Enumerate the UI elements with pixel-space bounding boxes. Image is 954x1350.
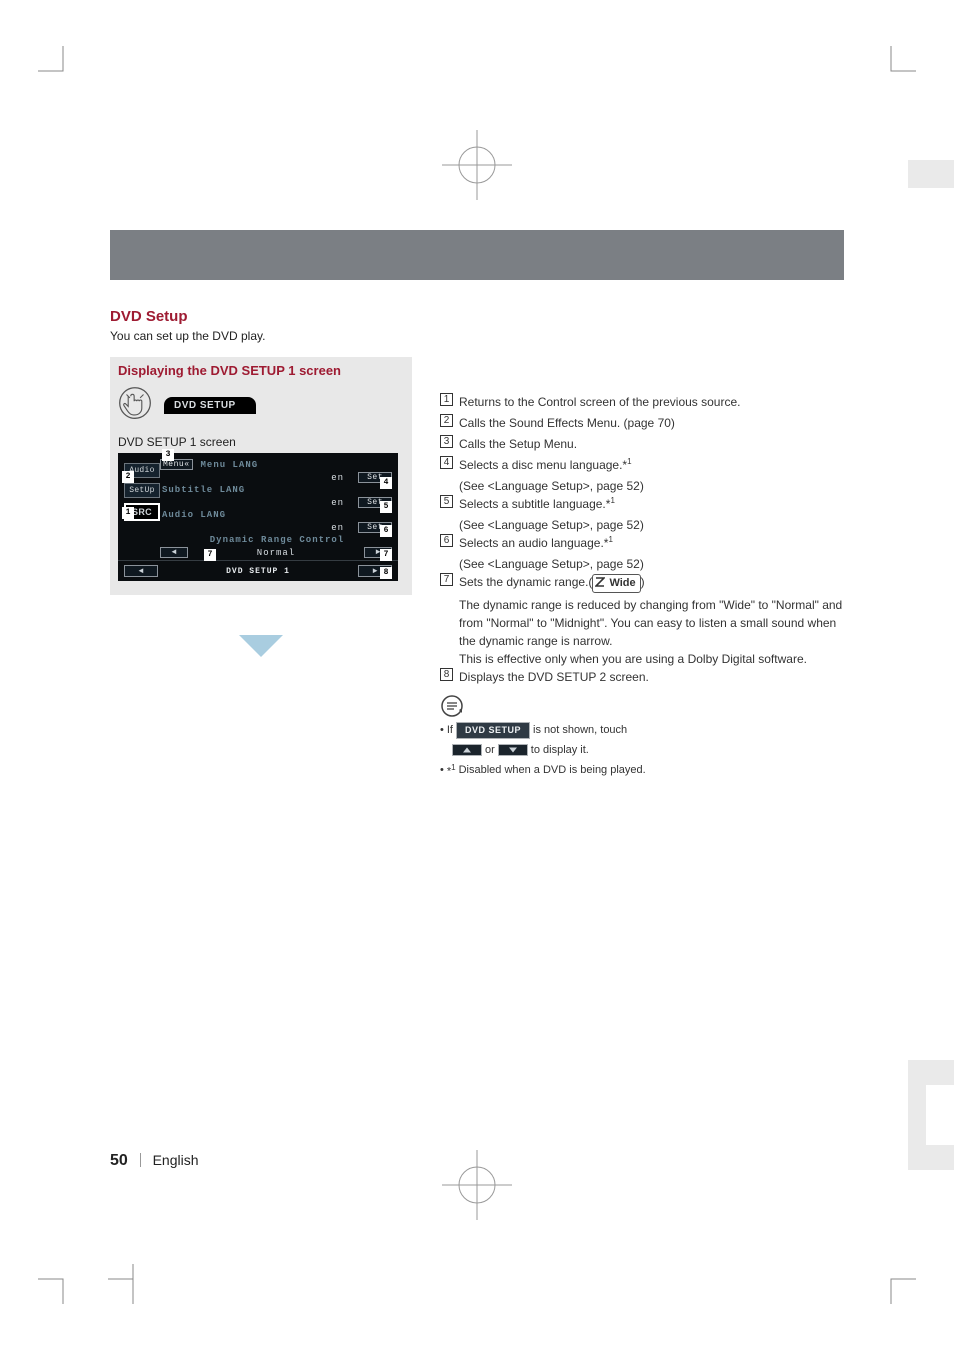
item-3-text: Calls the Setup Menu. xyxy=(459,435,844,453)
item-7-desc2: This is effective only when you are usin… xyxy=(440,650,844,668)
default-wide-badge: Wide xyxy=(592,574,640,593)
touch-hand-icon xyxy=(118,386,152,425)
side-setup-btn: SetUp xyxy=(124,483,160,498)
print-mark-bl-extra xyxy=(108,1264,148,1304)
callout-4: 4 xyxy=(380,477,392,489)
item-2: 2 Calls the Sound Effects Menu. (page 70… xyxy=(440,414,844,432)
note-up-arrow-icon xyxy=(452,744,482,756)
numbox-1: 1 xyxy=(440,393,453,406)
continue-arrow-icon xyxy=(110,635,412,657)
numbox-6: 6 xyxy=(440,534,453,547)
note-dvd-setup-chip: DVD SETUP xyxy=(456,722,530,740)
panel-title: Displaying the DVD SETUP 1 screen xyxy=(118,363,404,378)
note-1b: or to display it. xyxy=(440,742,844,759)
audio-lang-value: en xyxy=(321,523,354,533)
item-1-text: Returns to the Control screen of the pre… xyxy=(459,393,844,411)
row-dynamic-range: Dynamic Range Control xyxy=(160,535,392,545)
item-3: 3 Calls the Setup Menu. xyxy=(440,435,844,453)
numbox-5: 5 xyxy=(440,495,453,508)
numbox-3: 3 xyxy=(440,435,453,448)
item-7-desc1: The dynamic range is reduced by changing… xyxy=(440,596,844,650)
item-8: 8 Displays the DVD SETUP 2 screen. xyxy=(440,668,844,686)
item-6-sub: (See <Language Setup>, page 52) xyxy=(440,555,844,573)
default-icon xyxy=(595,576,605,586)
footer-left-arrow: ◄ xyxy=(124,565,158,577)
subtitle-lang-value: en xyxy=(321,498,354,508)
section-subtitle: You can set up the DVD play. xyxy=(110,329,844,343)
item-4: 4 Selects a disc menu language.*1 xyxy=(440,456,844,474)
callout-3: 3 xyxy=(162,449,174,461)
item-7-text: Sets the dynamic range.( Wide) xyxy=(459,573,844,593)
item-4-sub: (See <Language Setup>, page 52) xyxy=(440,477,844,495)
footer-title: DVD SETUP 1 xyxy=(164,567,352,576)
print-mark-tl xyxy=(38,46,78,86)
item-5: 5 Selects a subtitle language.*1 xyxy=(440,495,844,513)
section-title: DVD Setup xyxy=(110,308,844,325)
row-subtitle-lang: Subtitle LANG xyxy=(160,485,392,495)
print-mark-bl xyxy=(38,1264,78,1304)
page-footer: 50 English xyxy=(110,1152,199,1170)
note-2: • *1 Disabled when a DVD is being played… xyxy=(440,762,844,780)
item-7: 7 Sets the dynamic range.( Wide) xyxy=(440,573,844,593)
numbox-4: 4 xyxy=(440,456,453,469)
callout-7r: 7 xyxy=(380,549,392,561)
range-value: Normal xyxy=(192,548,360,558)
screen-caption: DVD SETUP 1 screen xyxy=(118,435,404,449)
callout-8: 8 xyxy=(380,567,392,579)
item-1: 1 Returns to the Control screen of the p… xyxy=(440,393,844,411)
range-left-arrow: ◄ xyxy=(160,547,188,558)
callout-7l: 7 xyxy=(204,549,216,561)
item-8-text: Displays the DVD SETUP 2 screen. xyxy=(459,668,844,686)
numbox-8: 8 xyxy=(440,668,453,681)
left-panel: Displaying the DVD SETUP 1 screen DVD SE… xyxy=(110,357,412,595)
item-2-text: Calls the Sound Effects Menu. (page 70) xyxy=(459,414,844,432)
callout-2: 2 xyxy=(122,471,134,483)
numbox-2: 2 xyxy=(440,414,453,427)
note-down-arrow-icon xyxy=(498,744,528,756)
dvd-setup-tab: DVD SETUP xyxy=(164,397,256,414)
item-6-text: Selects an audio language.*1 xyxy=(459,534,844,552)
item-5-text: Selects a subtitle language.*1 xyxy=(459,495,844,513)
page-lang: English xyxy=(153,1152,199,1168)
item-6: 6 Selects an audio language.*1 xyxy=(440,534,844,552)
callout-5: 5 xyxy=(380,501,392,513)
note-icon xyxy=(440,694,464,718)
item-5-sub: (See <Language Setup>, page 52) xyxy=(440,516,844,534)
crosshair-top xyxy=(442,130,512,200)
callout-1: 1 xyxy=(122,507,134,519)
header-banner xyxy=(110,230,844,280)
print-mark-br xyxy=(876,1264,916,1304)
print-mark-tr xyxy=(876,46,916,86)
edge-band-top xyxy=(908,160,954,188)
note-1: • If DVD SETUP is not shown, touch xyxy=(440,722,844,740)
row-audio-lang: Audio LANG xyxy=(160,510,392,520)
edge-band-bot-inner xyxy=(926,1085,954,1145)
item-4-text: Selects a disc menu language.*1 xyxy=(459,456,844,474)
numbox-7: 7 xyxy=(440,573,453,586)
callout-6: 6 xyxy=(380,525,392,537)
row-menu-lang: Menu LANG xyxy=(199,460,392,470)
menu-lang-value: en xyxy=(321,473,354,483)
dvd-setup-screenshot: 3 Audio SetUp SRC Menu« Me xyxy=(118,453,398,581)
page-number: 50 xyxy=(110,1152,128,1169)
